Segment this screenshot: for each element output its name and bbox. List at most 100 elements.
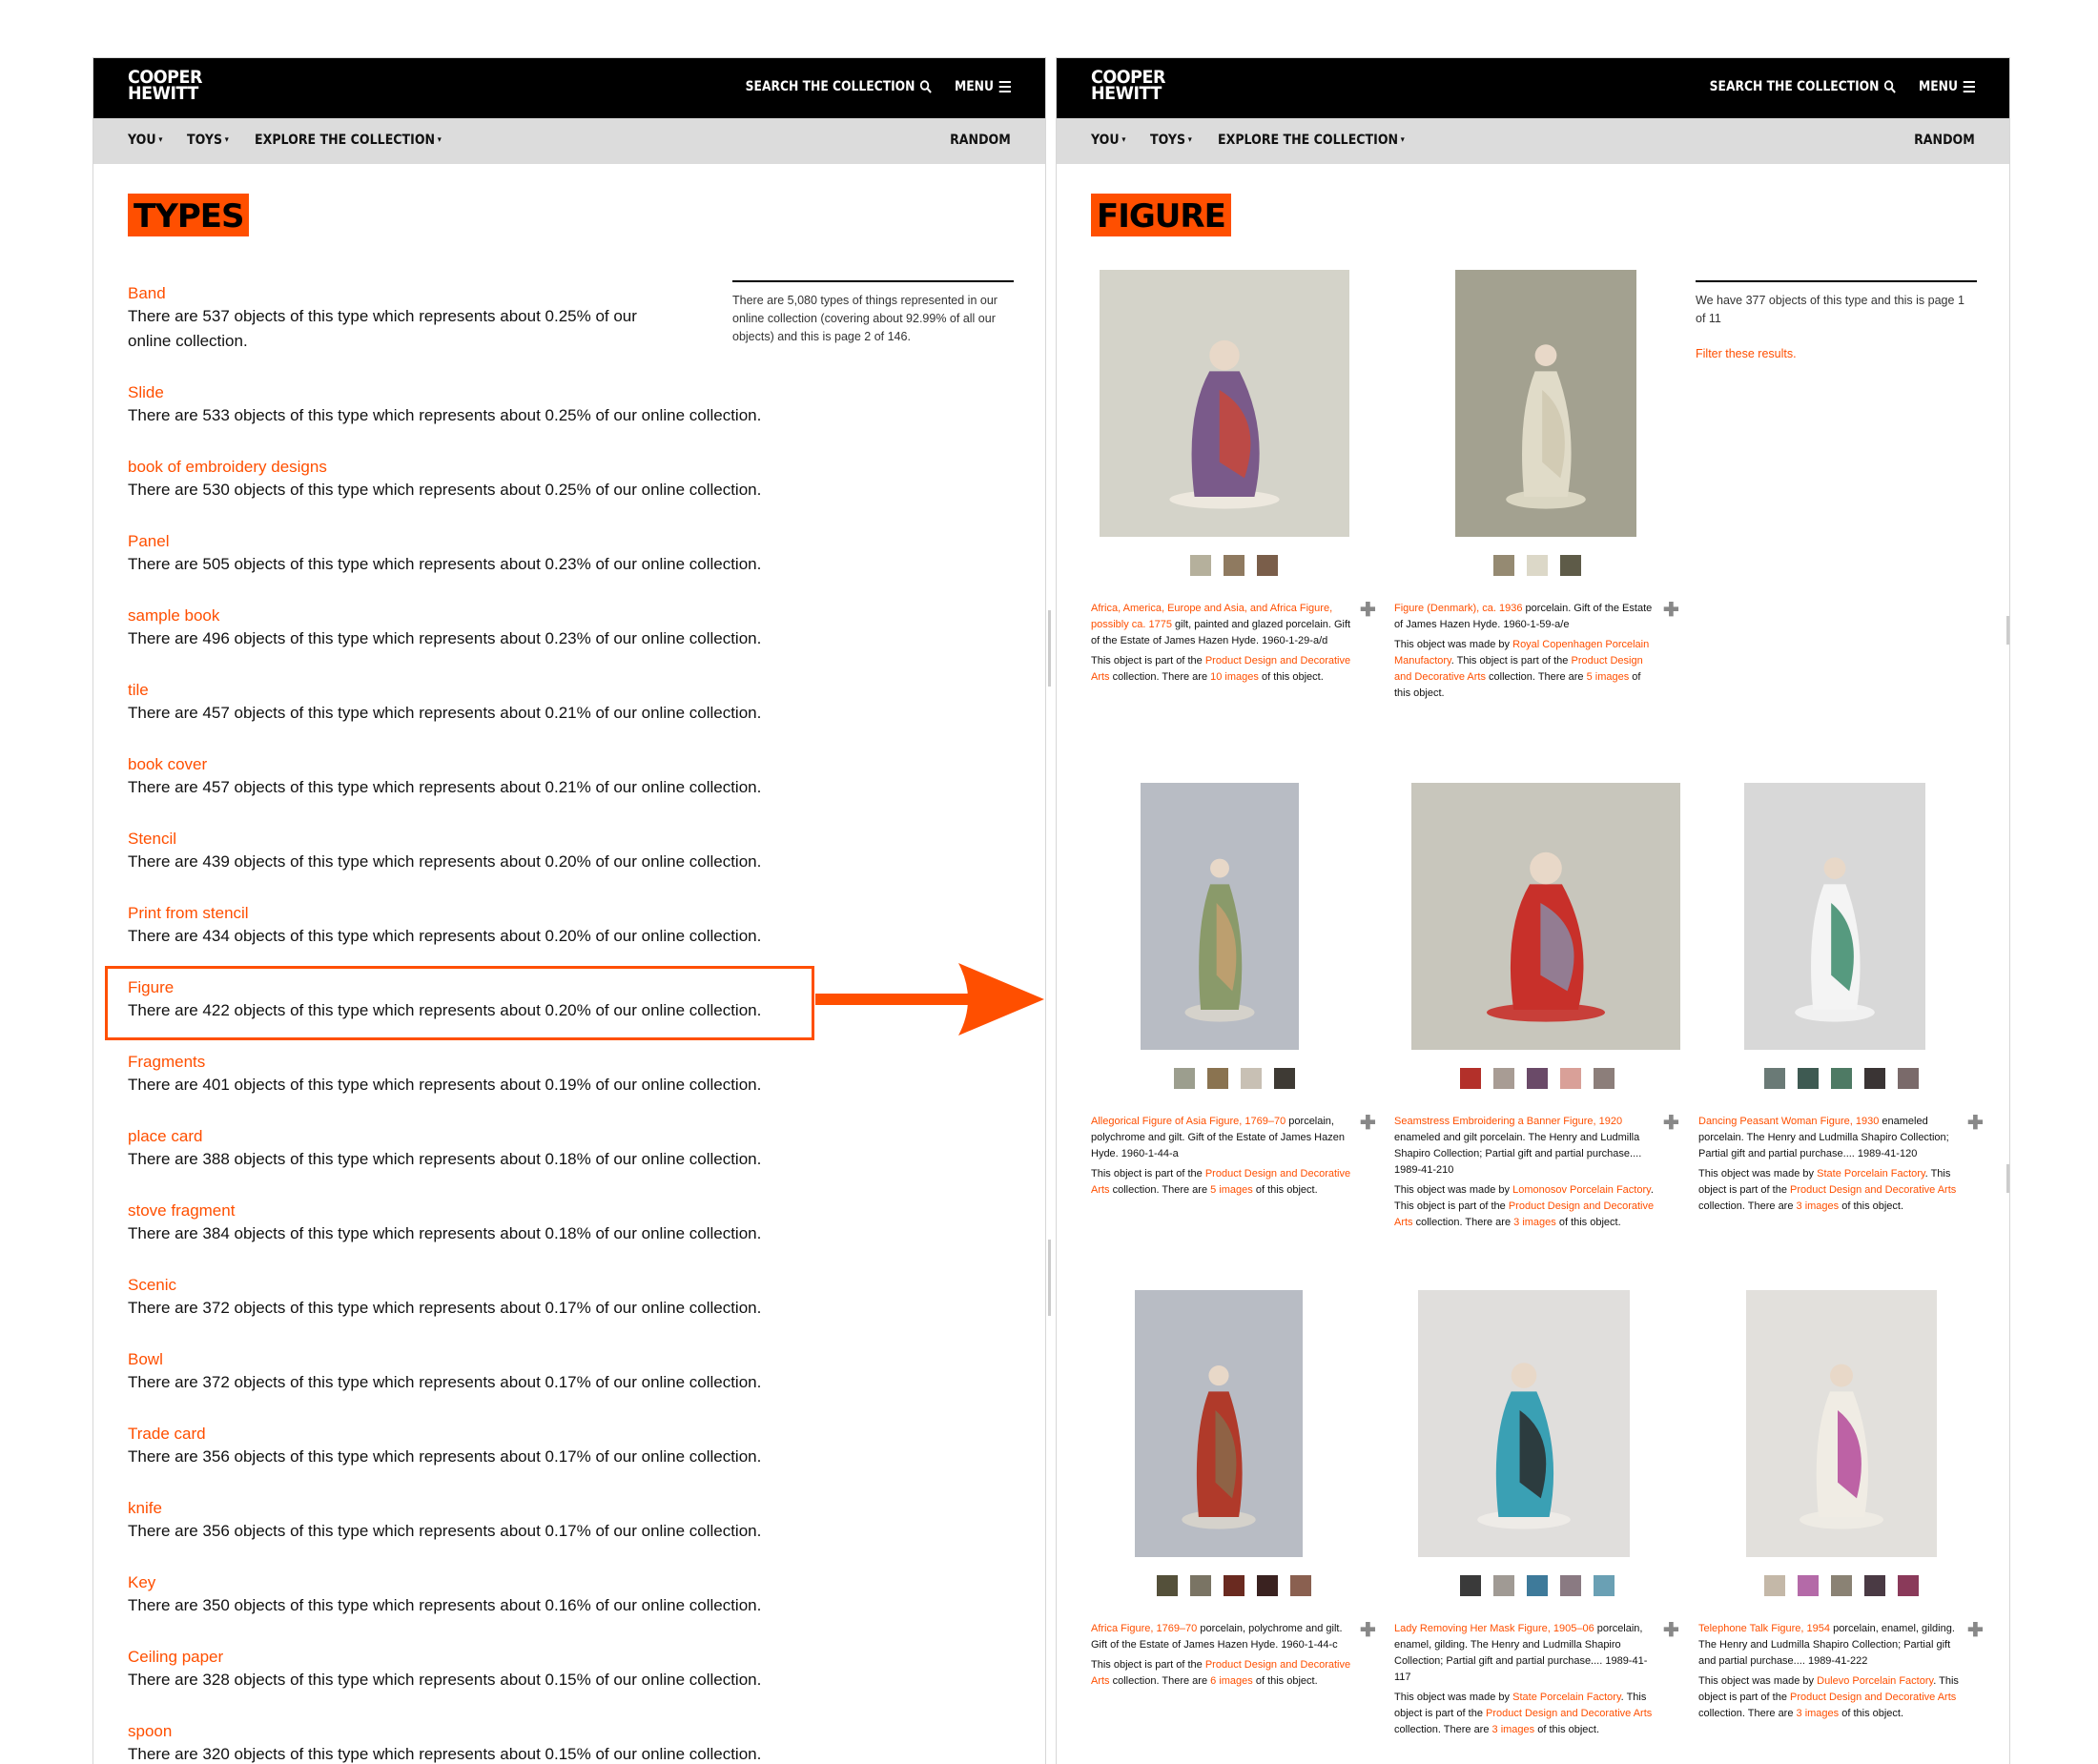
object-photo[interactable]	[1744, 783, 1925, 1050]
scrollbar-thumb[interactable]	[1048, 610, 1051, 687]
images-link[interactable]: 3 images	[1797, 1708, 1840, 1719]
color-swatch[interactable]	[1560, 555, 1581, 576]
color-swatch[interactable]	[1764, 1068, 1785, 1089]
type-link[interactable]: tile	[128, 680, 814, 701]
object-title-link[interactable]: Africa Figure, 1769–70	[1091, 1623, 1197, 1634]
search-collection-link[interactable]: SEARCH THE COLLECTION	[1710, 79, 1897, 94]
color-swatch[interactable]	[1257, 555, 1278, 576]
random-link[interactable]: RANDOM	[950, 133, 1011, 148]
color-swatch[interactable]	[1493, 555, 1514, 576]
type-link[interactable]: knife	[128, 1498, 814, 1519]
images-link[interactable]: 10 images	[1210, 671, 1259, 683]
maker-link[interactable]: Dulevo Porcelain Factory	[1817, 1675, 1933, 1687]
color-swatch[interactable]	[1206, 1068, 1228, 1089]
object-title-link[interactable]: Telephone Talk Figure, 1954	[1698, 1623, 1830, 1634]
type-link[interactable]: Key	[128, 1572, 814, 1593]
object-photo[interactable]	[1100, 270, 1349, 537]
scrollbar-thumb[interactable]	[2006, 1164, 2009, 1193]
object-title-link[interactable]: Allegorical Figure of Asia Figure, 1769–…	[1091, 1116, 1286, 1127]
color-swatch[interactable]	[1190, 1575, 1211, 1596]
random-link[interactable]: RANDOM	[1914, 133, 1975, 148]
type-link[interactable]: Bowl	[128, 1349, 814, 1370]
plus-icon[interactable]: ✚	[1663, 1111, 1679, 1135]
color-swatch[interactable]	[1831, 1068, 1852, 1089]
images-link[interactable]: 5 images	[1210, 1184, 1253, 1196]
object-photo[interactable]	[1141, 783, 1299, 1050]
cooper-hewitt-logo[interactable]: COOPER HEWITT	[128, 69, 202, 103]
type-link[interactable]: Trade card	[128, 1424, 814, 1445]
color-swatch[interactable]	[1594, 1575, 1615, 1596]
color-swatch[interactable]	[1560, 1068, 1581, 1089]
color-swatch[interactable]	[1290, 1575, 1311, 1596]
menu-button[interactable]: MENU	[955, 79, 1011, 94]
color-swatch[interactable]	[1273, 1068, 1295, 1089]
color-swatch[interactable]	[1527, 1068, 1548, 1089]
object-title-link[interactable]: Lady Removing Her Mask Figure, 1905–06	[1394, 1623, 1594, 1634]
images-link[interactable]: 3 images	[1492, 1724, 1535, 1735]
type-link[interactable]: stove fragment	[128, 1200, 814, 1221]
color-swatch[interactable]	[1257, 1575, 1278, 1596]
collection-link[interactable]: Product Design and Decorative Arts	[1790, 1692, 1956, 1703]
collection-link[interactable]: Product Design and Decorative Arts	[1790, 1184, 1956, 1196]
object-title-link[interactable]: Seamstress Embroidering a Banner Figure,…	[1394, 1116, 1622, 1127]
plus-icon[interactable]: ✚	[1360, 598, 1376, 622]
color-swatch[interactable]	[1527, 555, 1548, 576]
maker-link[interactable]: Lomonosov Porcelain Factory	[1512, 1184, 1651, 1196]
cooper-hewitt-logo[interactable]: COOPER HEWITT	[1091, 69, 1165, 103]
object-photo[interactable]	[1418, 1290, 1630, 1557]
images-link[interactable]: 5 images	[1587, 671, 1630, 683]
plus-icon[interactable]: ✚	[1360, 1111, 1376, 1135]
type-link[interactable]: Band	[128, 283, 814, 304]
color-swatch[interactable]	[1224, 1575, 1244, 1596]
scrollbar-thumb[interactable]	[1048, 1240, 1051, 1316]
nav-toys[interactable]: TOYS ▾	[187, 133, 229, 148]
object-photo[interactable]	[1135, 1290, 1303, 1557]
color-swatch[interactable]	[1898, 1068, 1919, 1089]
type-link[interactable]: sample book	[128, 605, 814, 626]
color-swatch[interactable]	[1798, 1068, 1819, 1089]
type-link[interactable]: book of embroidery designs	[128, 457, 814, 478]
filter-results-link[interactable]: Filter these results.	[1696, 345, 1977, 363]
color-swatch[interactable]	[1493, 1068, 1514, 1089]
color-swatch[interactable]	[1157, 1575, 1178, 1596]
images-link[interactable]: 3 images	[1513, 1217, 1556, 1228]
color-swatch[interactable]	[1898, 1575, 1919, 1596]
nav-toys[interactable]: TOYS ▾	[1150, 133, 1192, 148]
color-swatch[interactable]	[1460, 1068, 1481, 1089]
nav-you[interactable]: YOU ▾	[1091, 133, 1125, 148]
plus-icon[interactable]: ✚	[1967, 1618, 1984, 1642]
type-link[interactable]: Panel	[128, 531, 814, 552]
color-swatch[interactable]	[1527, 1575, 1548, 1596]
type-link[interactable]: spoon	[128, 1721, 814, 1742]
object-photo[interactable]	[1746, 1290, 1937, 1557]
type-link[interactable]: Scenic	[128, 1275, 814, 1296]
type-link[interactable]: Fragments	[128, 1052, 814, 1073]
type-link[interactable]: Print from stencil	[128, 903, 814, 924]
collection-link[interactable]: Product Design and Decorative Arts	[1486, 1708, 1652, 1719]
color-swatch[interactable]	[1224, 555, 1244, 576]
object-photo[interactable]	[1411, 783, 1680, 1050]
nav-explore-collection[interactable]: EXPLORE THE COLLECTION ▾	[255, 133, 442, 148]
color-swatch[interactable]	[1864, 1575, 1885, 1596]
type-link[interactable]: book cover	[128, 754, 814, 775]
type-link[interactable]: Slide	[128, 382, 814, 403]
images-link[interactable]: 6 images	[1210, 1675, 1253, 1687]
type-link[interactable]: Ceiling paper	[128, 1647, 814, 1668]
color-swatch[interactable]	[1493, 1575, 1514, 1596]
plus-icon[interactable]: ✚	[1360, 1618, 1376, 1642]
maker-link[interactable]: State Porcelain Factory	[1817, 1168, 1925, 1179]
nav-explore-collection[interactable]: EXPLORE THE COLLECTION ▾	[1218, 133, 1405, 148]
search-collection-link[interactable]: SEARCH THE COLLECTION	[746, 79, 933, 94]
color-swatch[interactable]	[1831, 1575, 1852, 1596]
menu-button[interactable]: MENU	[1919, 79, 1975, 94]
color-swatch[interactable]	[1764, 1575, 1785, 1596]
plus-icon[interactable]: ✚	[1967, 1111, 1984, 1135]
type-link[interactable]: place card	[128, 1126, 814, 1147]
color-swatch[interactable]	[1190, 555, 1211, 576]
plus-icon[interactable]: ✚	[1663, 1618, 1679, 1642]
color-swatch[interactable]	[1460, 1575, 1481, 1596]
color-swatch[interactable]	[1594, 1068, 1615, 1089]
type-link[interactable]: Stencil	[128, 829, 814, 850]
images-link[interactable]: 3 images	[1797, 1200, 1840, 1212]
color-swatch[interactable]	[1240, 1068, 1262, 1089]
